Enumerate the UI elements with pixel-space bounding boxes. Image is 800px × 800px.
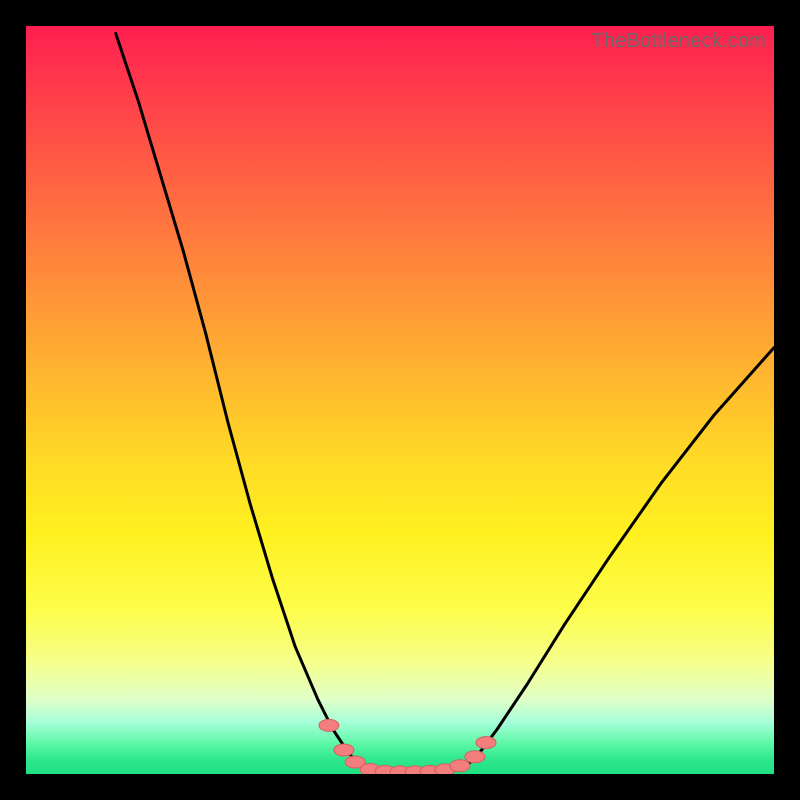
marker-dot — [465, 751, 485, 763]
plot-area: TheBottleneck.com — [26, 26, 774, 774]
marker-dot — [476, 737, 496, 749]
curve-group — [116, 33, 774, 772]
marker-dot — [319, 719, 339, 731]
marker-dot — [334, 744, 354, 756]
markers-group — [319, 719, 496, 774]
marker-dot — [450, 760, 470, 772]
curve-left-path — [116, 33, 370, 771]
frame: TheBottleneck.com — [0, 0, 800, 800]
curve-right-path — [460, 348, 774, 770]
chart-svg — [26, 26, 774, 774]
